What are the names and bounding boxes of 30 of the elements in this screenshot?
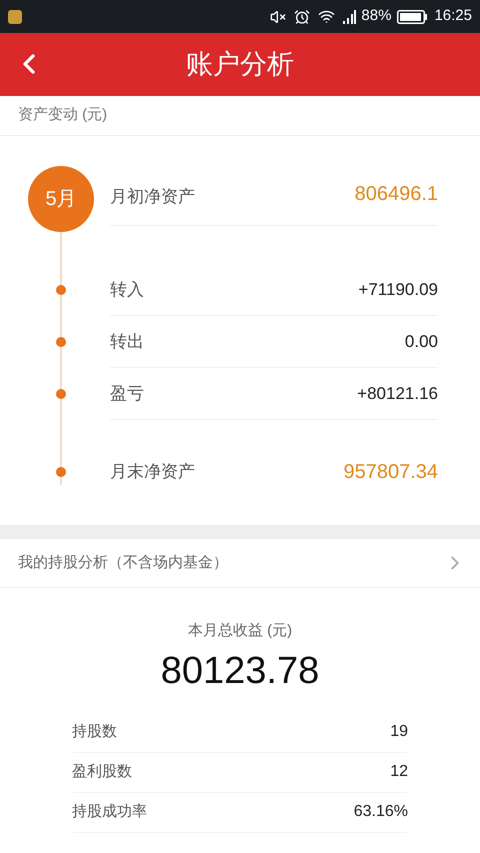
- row-value: +71190.09: [358, 278, 438, 301]
- clock: 16:25: [434, 6, 472, 26]
- section-title: 资产变动 (元): [18, 105, 108, 126]
- row-label: 转入: [110, 278, 144, 301]
- mute-icon: [270, 8, 286, 24]
- stat-value: 19: [390, 722, 408, 742]
- stat-label: 持股成功率: [72, 802, 147, 822]
- stat-value: 12: [390, 762, 408, 782]
- row-value: 0.00: [404, 330, 438, 353]
- row-value: +80121.16: [357, 382, 438, 405]
- stat-value: 63.16%: [354, 802, 408, 822]
- row-label: 月末净资产: [110, 461, 195, 484]
- stat-label: 持股数: [72, 722, 117, 742]
- page-title: 账户分析: [186, 48, 294, 82]
- app-notification-icon: [8, 10, 22, 24]
- row-label: 月初净资产: [110, 186, 195, 208]
- row-value: 806496.1: [354, 182, 438, 207]
- stat-label: 盈利股数: [72, 762, 132, 782]
- battery-percent: 88%: [361, 6, 392, 26]
- row-label: 盈亏: [110, 382, 144, 405]
- total-label: 本月总收益 (元): [188, 621, 292, 641]
- alarm-icon: [294, 8, 310, 24]
- wifi-icon: [318, 8, 336, 25]
- holdings-analysis-link[interactable]: 我的持股分析（不含场内基金）: [0, 539, 480, 588]
- row-value: 957807.34: [343, 460, 438, 485]
- total-earnings: 80123.78: [160, 648, 320, 694]
- signal-icon: [343, 10, 356, 24]
- month-badge: 5月: [28, 166, 94, 232]
- battery-icon: [397, 10, 428, 24]
- row-label: 转出: [110, 330, 144, 353]
